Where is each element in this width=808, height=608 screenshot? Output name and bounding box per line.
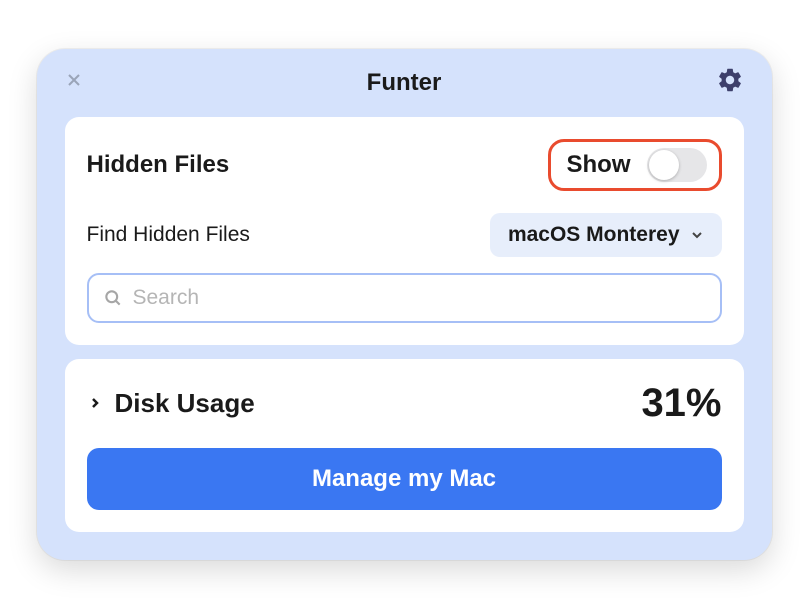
volume-dropdown[interactable]: macOS Monterey xyxy=(490,213,722,257)
show-hidden-files-toggle[interactable] xyxy=(647,148,707,182)
volume-dropdown-label: macOS Monterey xyxy=(508,223,680,247)
hidden-files-panel: Hidden Files Show Find Hidden Files macO… xyxy=(65,117,744,345)
disk-usage-panel: Disk Usage 31% Manage my Mac xyxy=(65,359,744,532)
titlebar: Funter xyxy=(37,49,772,117)
find-hidden-files-label: Find Hidden Files xyxy=(87,223,250,247)
hidden-files-label: Hidden Files xyxy=(87,151,230,179)
search-box[interactable] xyxy=(87,273,722,323)
app-title: Funter xyxy=(367,69,442,97)
search-icon xyxy=(103,288,123,308)
disk-usage-percent: 31% xyxy=(641,381,721,426)
find-hidden-files-row: Find Hidden Files macOS Monterey xyxy=(87,213,722,257)
disk-usage-label: Disk Usage xyxy=(115,388,255,419)
chevron-down-icon xyxy=(690,228,704,242)
close-icon xyxy=(66,72,82,93)
disk-usage-row: Disk Usage 31% xyxy=(87,381,722,426)
manage-button-label: Manage my Mac xyxy=(312,465,496,493)
toggle-knob xyxy=(649,150,679,180)
settings-button[interactable] xyxy=(714,67,746,99)
hidden-files-row: Hidden Files Show xyxy=(87,139,722,191)
show-toggle-highlight: Show xyxy=(548,139,722,191)
disk-usage-expand[interactable]: Disk Usage xyxy=(87,388,255,419)
chevron-right-icon xyxy=(87,395,103,411)
gear-icon xyxy=(716,66,744,99)
search-input[interactable] xyxy=(133,286,706,310)
close-button[interactable] xyxy=(63,72,85,94)
app-window: Funter Hidden Files Show Find Hidden Fil… xyxy=(37,49,772,560)
show-label: Show xyxy=(567,151,631,179)
manage-my-mac-button[interactable]: Manage my Mac xyxy=(87,448,722,510)
